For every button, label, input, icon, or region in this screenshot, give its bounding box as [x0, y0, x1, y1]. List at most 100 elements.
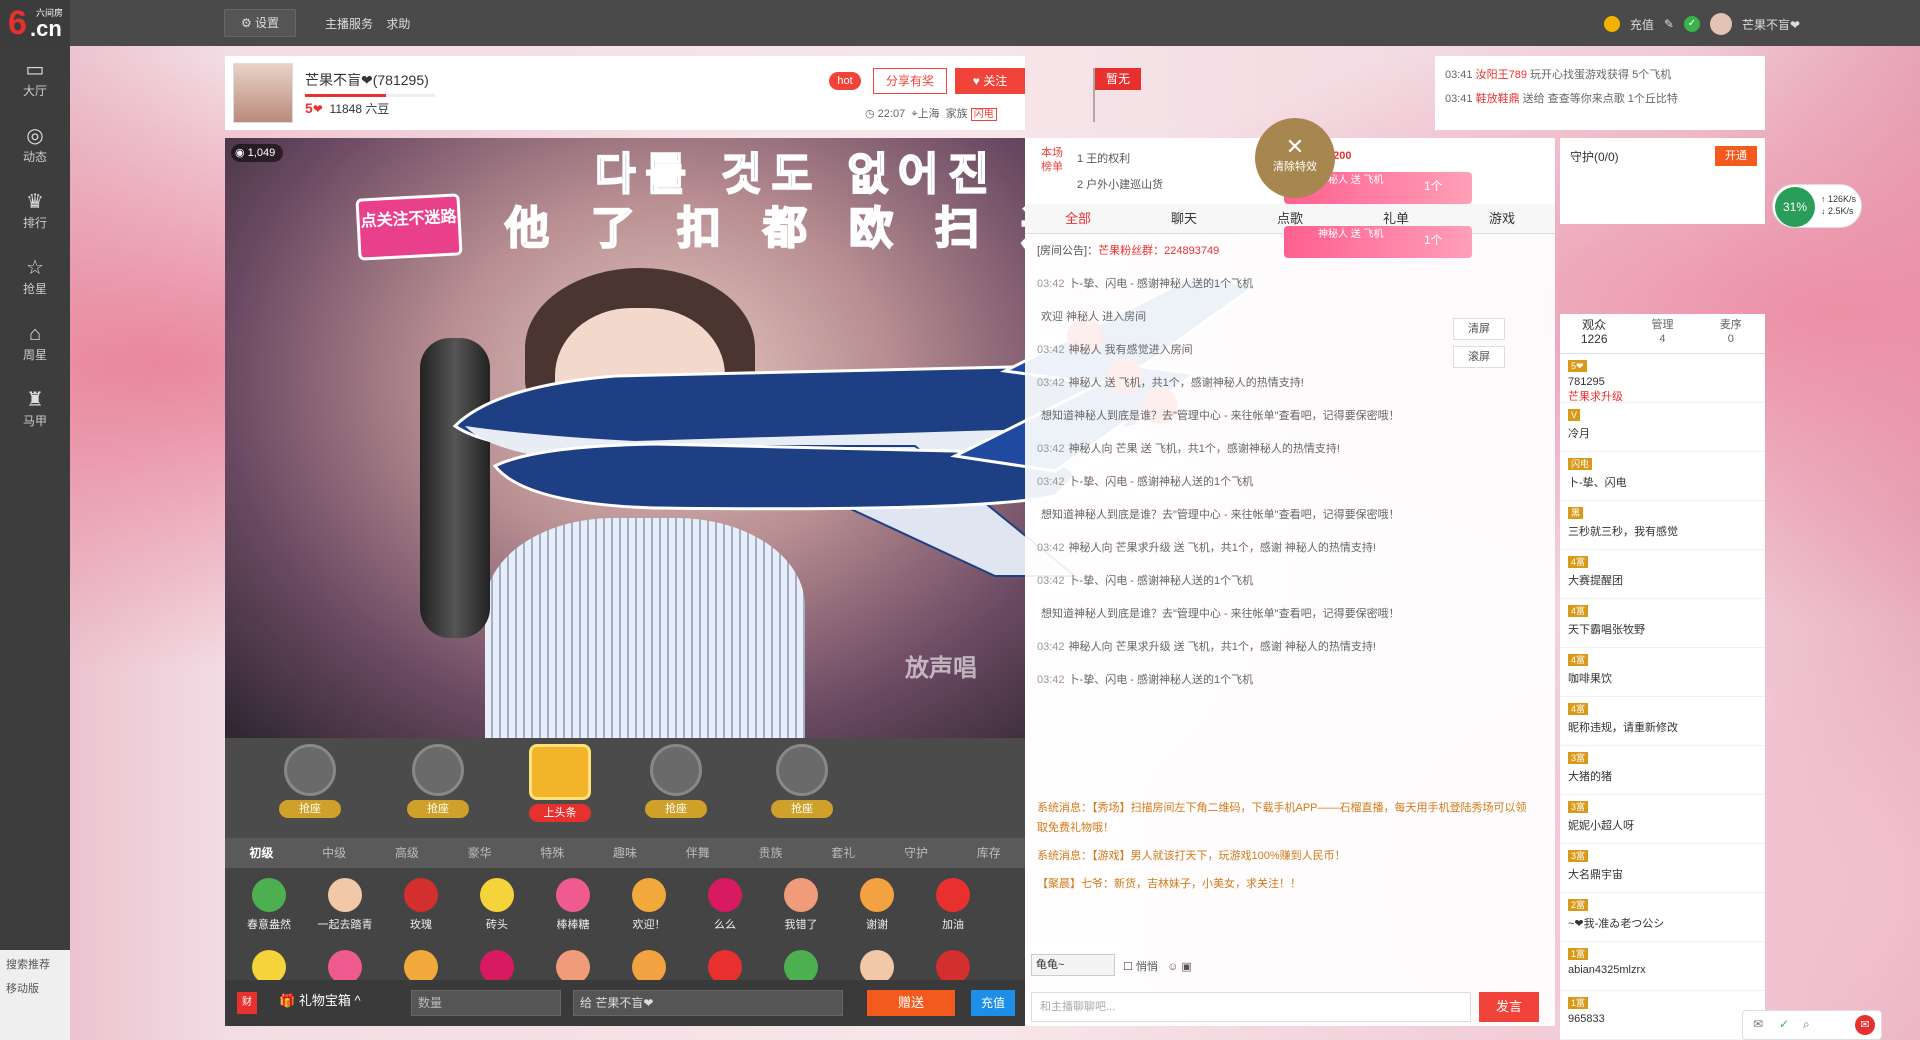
gift-item[interactable]: 欢迎！ [611, 878, 687, 932]
host-name[interactable]: 芒果不盲❤(781295) [305, 70, 429, 90]
tab-gift-6[interactable]: 伴舞 [661, 838, 734, 868]
gift-recipient-select[interactable]: 给 芒果不盲❤ [573, 990, 843, 1016]
gift-item[interactable]: 砖头 [459, 878, 535, 932]
tab-gift-10[interactable]: 库存 [952, 838, 1025, 868]
chat-input[interactable]: 和主播聊聊吧... [1031, 992, 1471, 1022]
audience-user[interactable]: 4富 昵称违规，请重新修改 [1560, 697, 1765, 746]
chat-recipient-select[interactable]: 龟龟~ [1031, 954, 1115, 976]
tab-audience-1[interactable]: 管理 4 [1628, 314, 1696, 353]
follow-button[interactable]: ♥ 关注 [955, 68, 1025, 94]
tab-gift-4[interactable]: 特殊 [516, 838, 589, 868]
chat-list[interactable]: 03:42 卜-挚、闪电 - 感谢神秘人送的1个飞机 欢迎 神秘人 进入房间 03:4… [1025, 268, 1445, 788]
headline-seat[interactable]: 上头条 [525, 744, 595, 822]
gift-item-row2[interactable] [459, 950, 535, 980]
gift-item[interactable]: 春意盎然 [231, 878, 307, 932]
gift-item[interactable]: 棒棒糖 [535, 878, 611, 932]
gift-item[interactable]: 谢谢 [839, 878, 915, 932]
audience-user[interactable]: 1富 abian4325mlzrx [1560, 942, 1765, 991]
tab-audience-0[interactable]: 观众 1226 [1560, 314, 1628, 353]
audience-user[interactable]: 2富 ~❤我-准ゐ老つ公シ [1560, 893, 1765, 942]
tab-gift-5[interactable]: 趣味 [589, 838, 662, 868]
help-link[interactable]: 求助 [386, 17, 410, 31]
edit-icon[interactable]: ✎ [1664, 17, 1674, 31]
gift-item[interactable]: 加油 [915, 878, 991, 932]
rank-row[interactable]: 1 王的权利 5200 [1077, 150, 1351, 166]
tab-gift-0[interactable]: 初级 [225, 838, 298, 868]
mail-icon[interactable]: ✉ [1753, 1017, 1763, 1031]
tab-chat-0[interactable]: 全部 [1025, 204, 1131, 233]
sidebar-item-0[interactable]: ▭ 大厅 [0, 46, 70, 112]
gift-item-row2[interactable] [839, 950, 915, 980]
audience-user[interactable]: 4富 咖啡果饮 [1560, 648, 1765, 697]
image-icon[interactable]: ▣ [1181, 961, 1191, 973]
tab-gift-1[interactable]: 中级 [298, 838, 371, 868]
gift-item[interactable]: 么么 [687, 878, 763, 932]
audience-list[interactable]: 5❤ 781295 芒果求升级 V 冷月 闪电 卜-挚、闪电黑三秒就三秒，我有感觉 4富 大赛提… [1560, 354, 1765, 1040]
gift-item-row2[interactable] [231, 950, 307, 980]
share-button[interactable]: 分享有奖 [873, 68, 947, 94]
tab-audience-2[interactable]: 麦序 0 [1697, 314, 1765, 353]
network-monitor[interactable]: 31% ↑ 126K/s ↓ 2.5K/s [1772, 184, 1862, 228]
clear-effects-button[interactable]: ✕ 清除特效 [1255, 118, 1335, 198]
tab-gift-7[interactable]: 贵族 [734, 838, 807, 868]
gift-item[interactable]: 我错了 [763, 878, 839, 932]
audience-user[interactable]: 4富 天下霸唱张牧野 [1560, 599, 1765, 648]
recharge-link[interactable]: 充值 [1630, 16, 1654, 33]
tab-gift-9[interactable]: 守护 [880, 838, 953, 868]
emoji-icon[interactable]: ☺ [1167, 961, 1178, 973]
gift-item[interactable]: 一起去踏青 [307, 878, 383, 932]
rank-row[interactable]: 2 户外小建巡山货1010 [1077, 176, 1351, 192]
search-icon[interactable]: ⌕ [1803, 1017, 1810, 1032]
singer-seat[interactable]: 抢座 [767, 744, 837, 818]
check-icon[interactable]: ✓ [1779, 1017, 1789, 1031]
scroll-lock-button[interactable]: 滚屏 [1453, 346, 1505, 368]
audience-user[interactable]: 1富 965833 [1560, 991, 1765, 1040]
audience-user[interactable]: V 冷月 [1560, 403, 1765, 452]
search-recommend-link[interactable]: 搜索推荐 [0, 950, 70, 980]
chat-bubble-icon[interactable]: ✉ [1855, 1015, 1875, 1035]
gift-item-row2[interactable] [763, 950, 839, 980]
send-gift-button[interactable]: 赠送 [867, 990, 955, 1016]
recharge-button[interactable]: 充值 [971, 990, 1015, 1016]
username[interactable]: 芒果不盲❤ [1742, 16, 1800, 33]
audience-user[interactable]: 4富 大赛提醒团 [1560, 550, 1765, 599]
audience-user[interactable]: 闪电 卜-挚、闪电 [1560, 452, 1765, 501]
broadcast-user[interactable]: 汝阳王789 [1476, 69, 1527, 81]
singer-seat[interactable]: 抢座 [641, 744, 711, 818]
audience-user[interactable]: 3富 妮妮小超人呀 [1560, 795, 1765, 844]
singer-seat[interactable]: 抢座 [275, 744, 345, 818]
gift-item-row2[interactable] [535, 950, 611, 980]
host-service-link[interactable]: 主播服务 [325, 17, 373, 31]
tab-chat-1[interactable]: 聊天 [1131, 204, 1237, 233]
broadcast-user[interactable]: 鞋放鞋鼎 [1476, 93, 1520, 105]
sidebar-item-4[interactable]: ⌂ 周星 [0, 310, 70, 376]
gift-item[interactable]: 玫瑰 [383, 878, 459, 932]
sidebar-item-5[interactable]: ♜ 马甲 [0, 376, 70, 442]
audience-user[interactable]: 黑三秒就三秒，我有感觉 [1560, 501, 1765, 550]
tab-gift-8[interactable]: 套礼 [807, 838, 880, 868]
sidebar-item-2[interactable]: ♛ 排行 [0, 178, 70, 244]
mobile-link[interactable]: 移动版 [0, 980, 70, 996]
gift-item-row2[interactable] [307, 950, 383, 980]
gift-item-row2[interactable] [687, 950, 763, 980]
gift-box-button[interactable]: 🎁 礼物宝箱 ^ [279, 990, 361, 1009]
gift-item-row2[interactable] [915, 950, 991, 980]
whisper-checkbox[interactable]: ☐ 悄悄 ☺ ▣ [1123, 958, 1192, 974]
host-avatar[interactable] [233, 63, 293, 123]
audience-user[interactable]: 3富 大猪的猪 [1560, 746, 1765, 795]
chat-send-button[interactable]: 发言 [1479, 992, 1539, 1022]
gift-item-row2[interactable] [611, 950, 687, 980]
quantity-input[interactable]: 数量 [411, 990, 561, 1016]
site-logo[interactable]: 6 .cn 六间房 [0, 0, 70, 46]
user-avatar[interactable] [1709, 13, 1732, 35]
gift-item-row2[interactable] [383, 950, 459, 980]
tab-gift-2[interactable]: 高级 [370, 838, 443, 868]
sidebar-item-3[interactable]: ☆ 抢星 [0, 244, 70, 310]
singer-seat[interactable]: 抢座 [403, 744, 473, 818]
video-stream[interactable]: ◉ 1,049 点关注不迷路 다를 것도 없어진 他了扣都欧扫进 放声唱 [225, 138, 1025, 738]
audience-user[interactable]: 5❤ 781295 芒果求升级 [1560, 354, 1765, 403]
sidebar-item-1[interactable]: ◎ 动态 [0, 112, 70, 178]
settings-button[interactable]: ⚙ 设置 [224, 9, 296, 37]
tab-gift-3[interactable]: 豪华 [443, 838, 516, 868]
guard-open-button[interactable]: 开通 [1715, 146, 1757, 166]
